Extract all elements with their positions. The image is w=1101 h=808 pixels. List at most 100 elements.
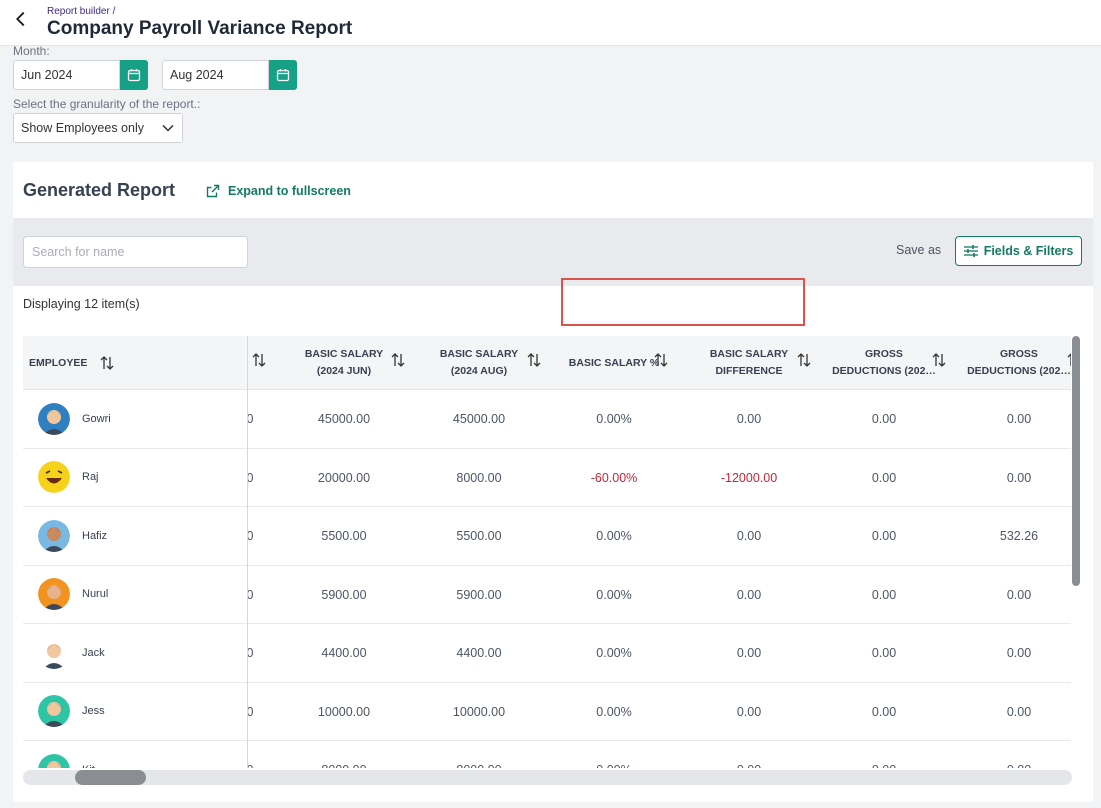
table-cell: 0.00 bbox=[824, 741, 944, 768]
table-cell: 20000.00 bbox=[317, 470, 371, 485]
search-input[interactable] bbox=[23, 236, 248, 268]
report-table: EMPLOYEE Gowri Raj Hafiz Nurul Jack Jess Kit B… bbox=[23, 336, 1071, 768]
table-cell: 5900.00 bbox=[456, 587, 502, 602]
column-header-line1: GROSS bbox=[1000, 348, 1038, 360]
column-header[interactable]: BASIC SALARY (2024 JUN) bbox=[284, 336, 404, 390]
expand-fullscreen-link[interactable]: Expand to fullscreen bbox=[206, 184, 351, 198]
column-header-line1: BASIC SALARY % bbox=[568, 356, 660, 369]
employee-name: Hafiz bbox=[82, 529, 108, 542]
table-cell: 10000.00 bbox=[452, 704, 506, 719]
avatar bbox=[38, 461, 70, 494]
employee-name: Kit bbox=[82, 764, 95, 768]
table-cell: 0.00 bbox=[871, 646, 897, 660]
table-cell: 0.00 bbox=[1006, 470, 1032, 485]
horizontal-scroll-thumb[interactable] bbox=[75, 770, 146, 785]
table-cell: 0.00 bbox=[1006, 412, 1032, 426]
table-row[interactable]: 0 5500.00 5500.00 0.00% 0.00 0.00 532.26 bbox=[247, 507, 1071, 566]
table-cell: 0.00 bbox=[736, 587, 762, 602]
table-cell: 0.00 bbox=[736, 646, 762, 660]
column-header-line2: (2024 AUG) bbox=[450, 365, 508, 377]
fields-filters-button[interactable]: Fields & Filters bbox=[955, 236, 1082, 266]
table-cell: 10000.00 bbox=[317, 704, 371, 719]
table-row[interactable]: 0 20000.00 8000.00 -60.00% -12000.00 0.00 0.00 bbox=[247, 449, 1071, 507]
save-as-button[interactable]: Save as bbox=[896, 243, 941, 257]
sort-icon[interactable] bbox=[251, 352, 269, 370]
column-header-line1: GROSS bbox=[865, 348, 903, 360]
column-header-line2: DIFFERENCE bbox=[715, 365, 783, 377]
horizontal-scrollbar[interactable] bbox=[23, 770, 1072, 785]
table-cell: 8000.00 bbox=[284, 741, 404, 768]
table-row[interactable]: 0 5900.00 5900.00 0.00% 0.00 0.00 0.00 bbox=[247, 566, 1071, 624]
table-cell: -12000.00 bbox=[720, 470, 778, 485]
employee-name: Jack bbox=[82, 646, 105, 659]
column-header-line1: BASIC SALARY bbox=[709, 348, 789, 360]
table-cell: 0.00 bbox=[871, 704, 897, 719]
table-cell: 5900.00 bbox=[321, 587, 367, 602]
table-cell: 0.00 bbox=[871, 587, 897, 602]
avatar bbox=[38, 519, 70, 552]
column-header[interactable]: GROSS DEDUCTIONS (202… bbox=[959, 336, 1071, 390]
item-count: Displaying 12 item(s) bbox=[23, 297, 140, 311]
table-cell: 0.00 bbox=[959, 741, 1071, 768]
report-title: Generated Report bbox=[23, 180, 176, 200]
vertical-scrollbar[interactable] bbox=[1071, 336, 1081, 768]
employee-row[interactable]: Kit bbox=[23, 741, 247, 768]
table-cell: 0.00% bbox=[596, 704, 632, 719]
employee-name: Raj bbox=[82, 471, 99, 484]
employee-row[interactable]: Jess bbox=[23, 683, 247, 741]
breadcrumb[interactable]: Report builder / bbox=[47, 6, 115, 17]
table-cell: 0.00 bbox=[1006, 646, 1032, 660]
table-cell: 8000.00 bbox=[419, 741, 539, 768]
granularity-value: Show Employees only bbox=[21, 121, 144, 135]
table-cell: 0.00 bbox=[871, 470, 897, 485]
column-header-line2: DEDUCTIONS (202… bbox=[967, 365, 1071, 377]
data-header-row: BASIC SALARY (2024 JUN) BASIC SALARY (2024 … bbox=[248, 336, 1071, 390]
start-month-input[interactable]: Jun 2024 bbox=[13, 60, 120, 90]
sliders-icon bbox=[963, 245, 978, 257]
month-label: Month: bbox=[13, 44, 50, 58]
table-cell: 0.00 bbox=[871, 412, 897, 426]
table-cell: 0.00% bbox=[596, 587, 632, 602]
table-cell: 0.00% bbox=[596, 412, 632, 426]
top-bar: Report builder / Company Payroll Varianc… bbox=[0, 0, 1101, 46]
granularity-label: Select the granularity of the report.: bbox=[13, 97, 201, 111]
employee-row[interactable]: Gowri bbox=[23, 390, 247, 449]
sort-icon[interactable] bbox=[99, 355, 115, 371]
column-header[interactable]: BASIC SALARY % bbox=[554, 336, 674, 390]
column-header[interactable]: BASIC SALARY (2024 AUG) bbox=[419, 336, 539, 390]
employee-row[interactable]: Jack bbox=[23, 624, 247, 683]
table-row[interactable]: 0 10000.00 10000.00 0.00% 0.00 0.00 0.00 bbox=[247, 683, 1071, 741]
table-cell: 0.00% bbox=[554, 741, 674, 768]
table-cell: 0.00 bbox=[871, 529, 897, 543]
calendar-icon[interactable] bbox=[120, 60, 148, 90]
column-header[interactable]: BASIC SALARY DIFFERENCE bbox=[689, 336, 809, 390]
employee-row[interactable]: Nurul bbox=[23, 566, 247, 624]
report-panel: Generated Report Expand to fullscreen Sa… bbox=[13, 162, 1093, 802]
calendar-icon[interactable] bbox=[269, 60, 297, 90]
avatar bbox=[38, 636, 70, 669]
table-cell: 45000.00 bbox=[317, 412, 371, 426]
column-header-line2: (2024 JUN) bbox=[316, 365, 372, 377]
end-month-input[interactable]: Aug 2024 bbox=[162, 60, 269, 90]
employee-row[interactable]: Raj bbox=[23, 449, 247, 507]
column-header-line1: BASIC SALARY bbox=[439, 348, 519, 360]
table-cell: 4400.00 bbox=[456, 646, 502, 660]
table-cell: 0.00 bbox=[1006, 704, 1032, 719]
chevron-left-icon[interactable] bbox=[10, 8, 32, 30]
column-header[interactable]: GROSS DEDUCTIONS (202… bbox=[824, 336, 944, 390]
table-row[interactable]: 0 4400.00 4400.00 0.00% 0.00 0.00 0.00 bbox=[247, 624, 1071, 683]
employee-name: Nurul bbox=[82, 588, 109, 601]
employee-row[interactable]: Hafiz bbox=[23, 507, 247, 566]
table-row[interactable]: 0 45000.00 45000.00 0.00% 0.00 0.00 0.00 bbox=[247, 390, 1071, 449]
column-header-line1: BASIC SALARY bbox=[304, 348, 384, 360]
granularity-select[interactable]: Show Employees only bbox=[13, 113, 183, 143]
vertical-scroll-thumb[interactable] bbox=[1072, 336, 1080, 586]
table-row[interactable]: 08000.008000.000.00%0.000.000.00 bbox=[247, 741, 1071, 768]
fields-filters-label: Fields & Filters bbox=[983, 244, 1074, 258]
table-cell: 0.00 bbox=[736, 704, 762, 719]
table-cell: -60.00% bbox=[590, 470, 638, 485]
avatar bbox=[38, 695, 70, 728]
table-cell: 0.00% bbox=[596, 529, 632, 543]
column-header-line2: DEDUCTIONS (202… bbox=[832, 365, 936, 377]
employee-header: EMPLOYEE bbox=[23, 336, 247, 390]
